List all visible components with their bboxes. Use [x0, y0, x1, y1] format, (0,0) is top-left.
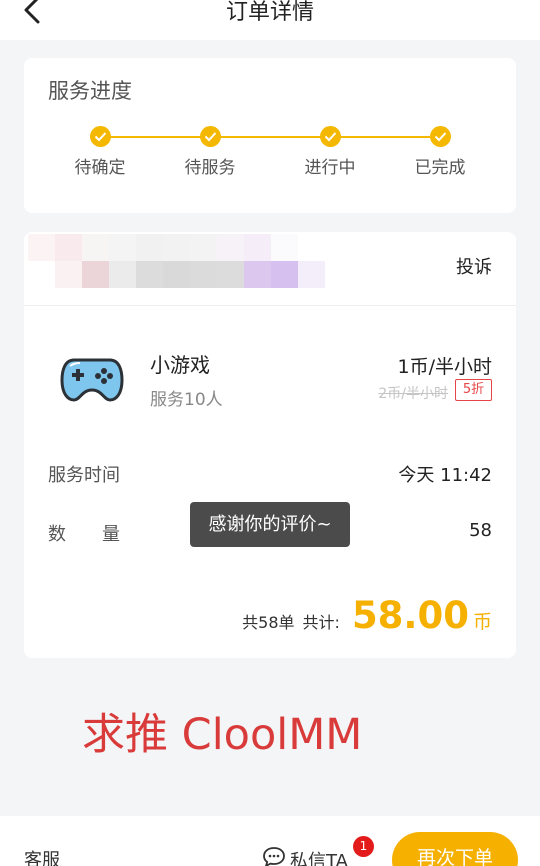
total-amount: 58.00 [351, 594, 469, 637]
unread-badge: 1 [353, 836, 374, 857]
check-icon [89, 126, 111, 147]
step-in-progress: 进行中 [280, 126, 380, 178]
reorder-button[interactable]: 再次下单 [392, 832, 518, 866]
check-icon [429, 126, 451, 147]
progress-title: 服务进度 [48, 79, 132, 103]
progress-card: 服务进度 待确定 待服务 进行中 已完成 [24, 58, 516, 213]
total-count: 共58单 [242, 613, 295, 632]
game-name: 小游戏 [150, 353, 210, 377]
bottom-bar: 客服 私信TA 1 再次下单 [0, 816, 540, 866]
order-card: 投诉 小游戏 服务10人 1币/半小时 2币/半小时 5折 服务时间 今天 11… [24, 232, 516, 658]
chat-bubble-icon[interactable] [262, 846, 286, 866]
toast-message: 感谢你的评价~ [190, 502, 350, 547]
service-time-label: 服务时间 [48, 465, 120, 486]
gamepad-icon [60, 358, 124, 402]
blurred-user-name [28, 234, 348, 288]
order-header: 投诉 [24, 232, 516, 306]
step-label: 已完成 [414, 158, 466, 178]
complaint-button[interactable]: 投诉 [456, 253, 492, 279]
service-time-value: 今天 11:42 [398, 465, 492, 486]
page-title: 订单详情 [225, 0, 314, 25]
top-bar: 订单详情 [0, 0, 540, 40]
quantity-label: 数 量 [48, 524, 120, 545]
customer-service-button[interactable]: 客服 [24, 846, 60, 866]
progress-line [100, 136, 440, 138]
step-label: 待服务 [184, 158, 236, 178]
total-unit: 币 [472, 611, 492, 633]
step-label: 进行中 [304, 158, 356, 178]
step-pending-service: 待服务 [160, 126, 260, 178]
step-label: 待确定 [74, 158, 126, 178]
check-icon [319, 126, 341, 147]
watermark-text: 求推 CloolMM [82, 710, 363, 760]
service-count: 服务10人 [150, 390, 223, 410]
step-completed: 已完成 [390, 126, 490, 178]
price: 1币/半小时 [397, 356, 493, 378]
private-message-button[interactable]: 私信TA [290, 847, 348, 866]
check-icon [199, 126, 221, 147]
quantity-value: 58 [469, 520, 492, 541]
discount-badge: 5折 [455, 379, 492, 401]
total-label: 共计: [302, 613, 340, 632]
step-pending-confirm: 待确定 [50, 126, 150, 178]
original-price: 2币/半小时 [378, 386, 448, 402]
order-total: 共58单 共计: 58.00 币 [242, 594, 492, 637]
